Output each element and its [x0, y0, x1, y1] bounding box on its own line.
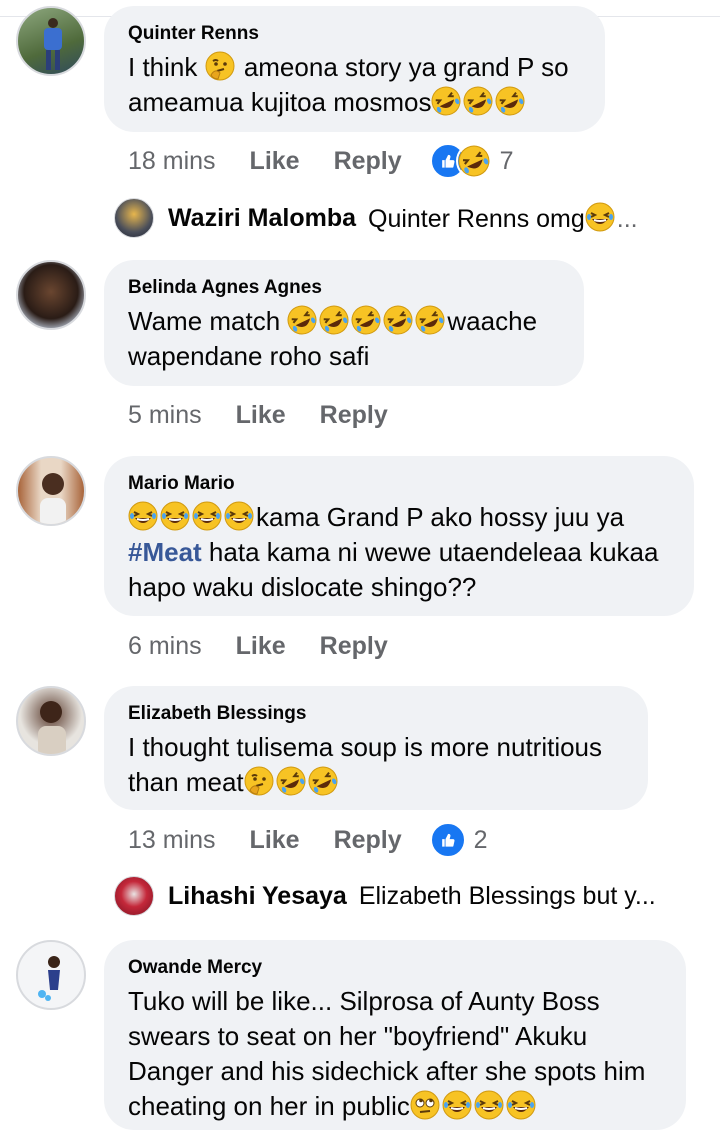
reply-author[interactable]: Lihashi Yesaya	[168, 882, 347, 911]
comment-timestamp[interactable]: 13 mins	[128, 826, 216, 855]
reply-author[interactable]: Waziri Malomba	[168, 204, 356, 233]
comment-bubble: Elizabeth Blessings I thought tulisema s…	[104, 686, 648, 810]
comment-text: kama Grand P ako hossy juu ya #Meat hata…	[128, 501, 659, 602]
thinking-emoji-icon	[205, 51, 235, 81]
person-avatar-icon	[38, 701, 66, 754]
reply-text: Elizabeth Blessings but y...	[358, 881, 656, 910]
rofl-emoji-icon	[415, 305, 445, 335]
laughing-emoji-icon	[442, 1090, 472, 1120]
comment-author[interactable]: Elizabeth Blessings	[128, 702, 624, 726]
like-reaction-icon	[429, 822, 466, 858]
avatar[interactable]	[16, 6, 86, 76]
comment-text: Tuko will be like... Silprosa of Aunty B…	[128, 986, 646, 1121]
like-button[interactable]: Like	[236, 401, 286, 430]
like-button[interactable]: Like	[236, 632, 286, 661]
comment-timestamp[interactable]: 18 mins	[128, 147, 216, 176]
like-button[interactable]: Like	[250, 147, 300, 176]
rofl-emoji-icon	[495, 86, 525, 116]
avatar[interactable]	[16, 940, 86, 1010]
rofl-emoji-icon	[351, 305, 381, 335]
laughing-emoji-icon	[585, 202, 615, 232]
thinking-emoji-icon	[244, 766, 274, 796]
avatar[interactable]	[16, 260, 86, 330]
comment-author[interactable]: Quinter Renns	[128, 22, 581, 46]
reaction-summary[interactable]: 2	[429, 822, 488, 858]
comment-bubble: Quinter Renns I think ameona story ya gr…	[104, 6, 605, 132]
haha-reaction-icon	[455, 143, 492, 179]
comment-bubble: Belinda Agnes Agnes Wame match waache wa…	[104, 260, 584, 386]
reply-preview[interactable]: Waziri Malomba Quinter Renns omg...	[114, 198, 638, 238]
comment-text: I thought tulisema soup is more nutritio…	[128, 730, 624, 800]
reaction-count: 7	[499, 146, 514, 175]
like-button[interactable]: Like	[250, 826, 300, 855]
rofl-emoji-icon	[276, 766, 306, 796]
person-avatar-icon	[38, 956, 60, 1001]
comment-actions: 6 mins Like Reply	[128, 628, 422, 664]
reply-button[interactable]: Reply	[320, 401, 388, 430]
rofl-emoji-icon	[463, 86, 493, 116]
avatar[interactable]	[16, 456, 86, 526]
rofl-emoji-icon	[287, 305, 317, 335]
comment-author[interactable]: Owande Mercy	[128, 956, 662, 980]
comment-timestamp[interactable]: 6 mins	[128, 632, 202, 661]
laughing-emoji-icon	[474, 1090, 504, 1120]
comment-actions: 5 mins Like Reply	[128, 397, 422, 433]
comment-bubble: Owande Mercy Tuko will be like... Silpro…	[104, 940, 686, 1130]
rolling-eyes-emoji-icon	[410, 1090, 440, 1120]
laughing-emoji-icon	[506, 1090, 536, 1120]
rofl-emoji-icon	[383, 305, 413, 335]
comment-author[interactable]: Belinda Agnes Agnes	[128, 276, 560, 300]
person-avatar-icon	[40, 473, 66, 524]
laughing-emoji-icon	[160, 501, 190, 531]
reply-text: Quinter Renns omg...	[368, 202, 638, 234]
reply-button[interactable]: Reply	[320, 632, 388, 661]
rofl-emoji-icon	[319, 305, 349, 335]
laughing-emoji-icon	[128, 501, 158, 531]
avatar[interactable]	[16, 686, 86, 756]
laughing-emoji-icon	[224, 501, 254, 531]
comment-bubble: Mario Mario kama Grand P ako hossy juu y…	[104, 456, 694, 616]
comment-timestamp[interactable]: 5 mins	[128, 401, 202, 430]
rofl-emoji-icon	[431, 86, 461, 116]
reaction-count: 2	[473, 825, 488, 854]
comment-author[interactable]: Mario Mario	[128, 472, 670, 496]
comment-actions: 13 mins Like Reply 2	[128, 822, 488, 858]
comment-actions: 18 mins Like Reply 7	[128, 143, 514, 179]
hashtag-link[interactable]: #Meat	[128, 537, 202, 567]
comment-text: I think ameona story ya grand P so ameam…	[128, 50, 581, 120]
reply-button[interactable]: Reply	[334, 826, 402, 855]
avatar[interactable]	[114, 876, 154, 916]
rofl-emoji-icon	[308, 766, 338, 796]
reaction-summary[interactable]: 7	[429, 143, 514, 179]
comment-text: Wame match waache wapendane roho safi	[128, 304, 560, 374]
reply-button[interactable]: Reply	[334, 147, 402, 176]
avatar[interactable]	[114, 198, 154, 238]
person-avatar-icon	[44, 18, 62, 70]
reply-preview[interactable]: Lihashi Yesaya Elizabeth Blessings but y…	[114, 876, 656, 916]
laughing-emoji-icon	[192, 501, 222, 531]
